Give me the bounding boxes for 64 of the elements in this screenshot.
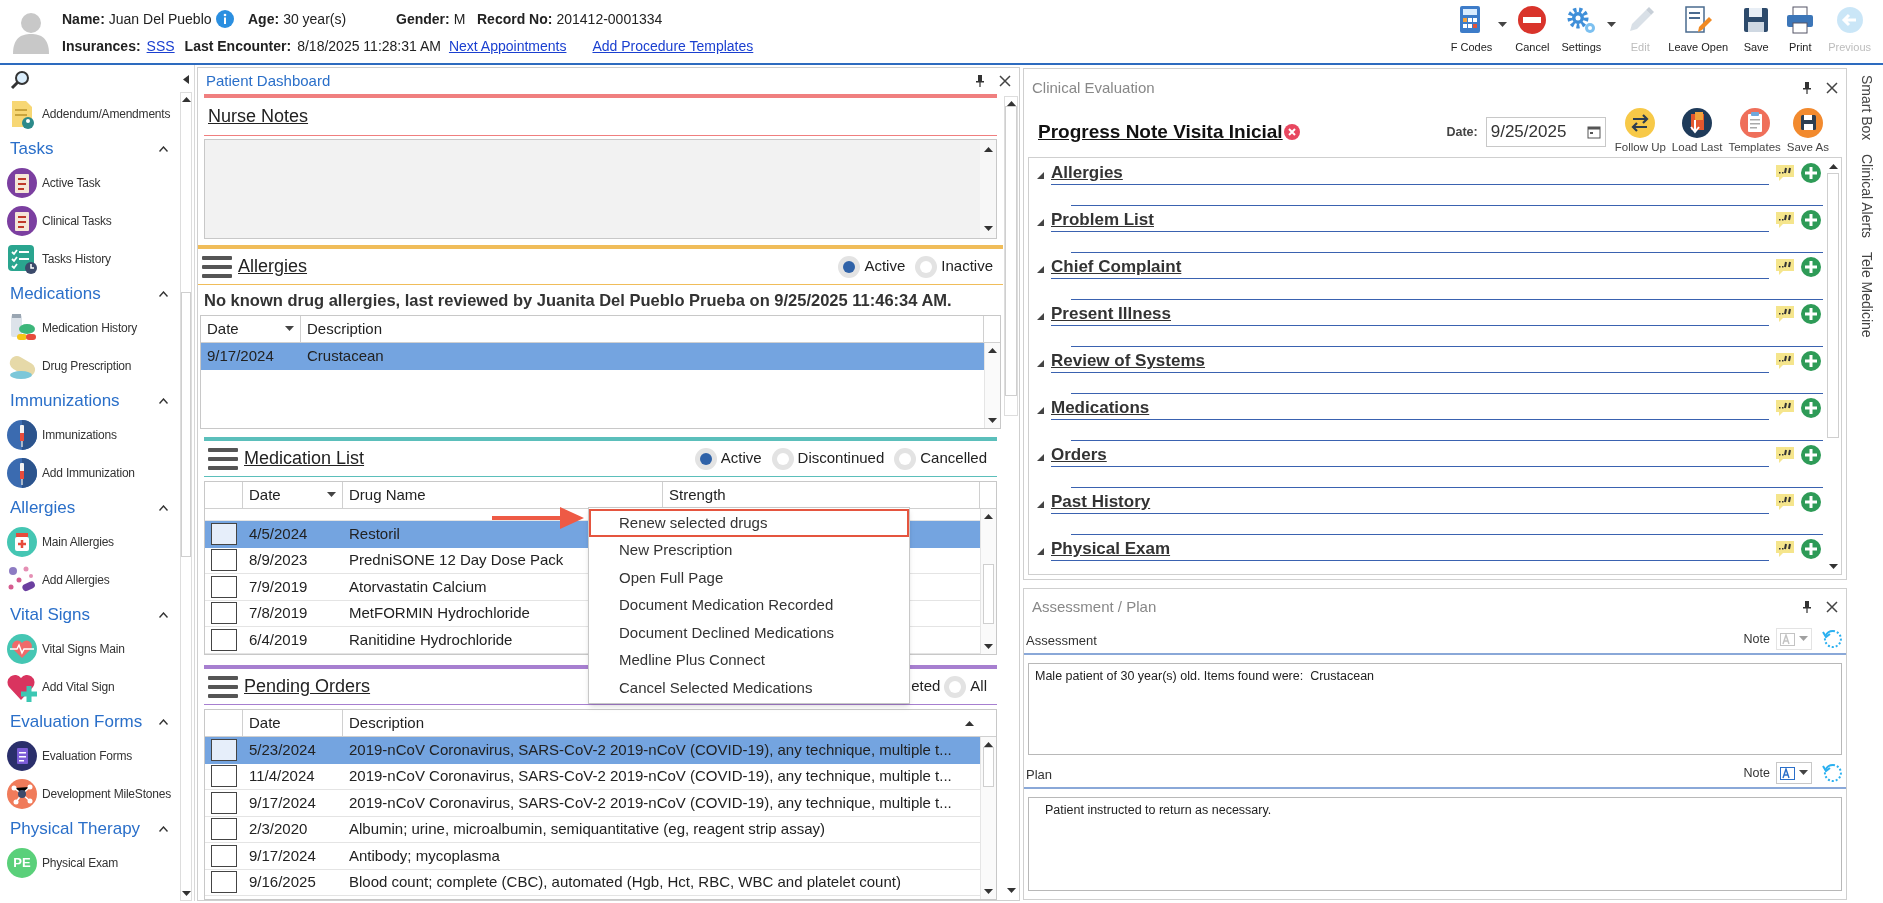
table-cell-text: 9/17/2024 — [206, 346, 275, 367]
radio-label: Discontinued — [797, 448, 885, 469]
section-title: Nurse Notes — [208, 105, 309, 128]
radio-label: eted — [911, 676, 941, 697]
table-cell-text: Atorvastatin Calcium — [348, 576, 488, 597]
table-cell-text: 8/9/2023 — [248, 550, 309, 570]
table-cell-text: PredniSONE 12 Day Dose Pack — [348, 550, 565, 570]
field-label: Assessment — [1026, 631, 1097, 650]
table-cell-text: 2019-nCoV Coronavirus, SARS-CoV-2 2019-nCoV (COVID-19), any technique, multiple t... — [348, 766, 953, 786]
section-title: Allergies — [238, 255, 308, 278]
field-value: Juan Del Pueblo — [108, 9, 212, 29]
field-label: Gender: — [396, 9, 450, 29]
sidebar-section-title: Allergies — [10, 496, 76, 519]
radio-label: Active — [720, 448, 762, 469]
table-cell-text: 5/23/2024 — [248, 740, 317, 760]
table-cell-text: Restoril — [348, 524, 401, 544]
table-cell-text: Antibody; mycoplasma — [348, 845, 501, 866]
panel-title: Clinical Evaluation — [1032, 77, 1155, 98]
field-value: M — [453, 9, 466, 29]
table-cell-text: Blood count; complete (CBC), automated (Hgb, Hct, RBC, WBC and platelet count) — [348, 872, 902, 892]
section-title: Pending Orders — [244, 675, 371, 698]
table-cell-text: 11/4/2024 — [248, 766, 316, 786]
allergy-status-message: No known drug allergies, last reviewed by Juanita Del Pueblo Prueba on 9/25/2025 11:46:34 AM. — [203, 289, 953, 311]
sidebar-section-title: Physical Therapy — [10, 817, 141, 840]
table-cell-text: 9/17/2024 — [248, 792, 317, 813]
field-value: 30 year(s) — [283, 9, 347, 29]
field-label: Name: — [62, 9, 105, 29]
table-cell-text: Albumin; urine, microalbumin, semiquantitative (eg, reagent strip assay) — [348, 819, 827, 839]
panel-title: Patient Dashboard — [206, 70, 331, 91]
field-value: 201412-0001334 — [556, 9, 663, 29]
panel-title: Assessment / Plan — [1032, 596, 1157, 617]
field-label: Insurances: — [62, 36, 141, 56]
table-cell-text: 2/3/2020 — [248, 819, 309, 839]
table-cell-text: 7/8/2019 — [248, 603, 309, 623]
table-cell-text: 6/4/2019 — [248, 629, 309, 650]
field-label: Plan — [1026, 765, 1053, 784]
table-cell-text: 9/16/2025 — [248, 872, 317, 892]
field-label: Last Encounter: — [184, 36, 292, 56]
field-value: 8/18/2025 11:28:31 AM — [297, 36, 441, 56]
table-cell-text: 7/9/2019 — [248, 576, 309, 597]
field-label: Age: — [248, 9, 280, 29]
table-cell-text: MetFORMIN Hydrochloride — [348, 603, 531, 623]
table-cell-text: 2019-nCoV Coronavirus, SARS-CoV-2 2019-nCoV (COVID-19), any technique, multiple t... — [348, 740, 953, 760]
table-cell-text: Crustacean — [306, 346, 385, 367]
table-cell-text: 9/17/2024 — [248, 845, 317, 866]
field-label: Record No: — [477, 9, 553, 29]
table-cell-text: Ranitidine Hydrochloride — [348, 629, 514, 650]
sidebar-section-title: Evaluation Forms — [10, 710, 143, 733]
sidebar-section-title: Vital Signs — [10, 603, 90, 626]
sidebar-section-title: Tasks — [10, 137, 54, 160]
note-label: Note — [1743, 764, 1770, 782]
radio-label: Inactive — [941, 256, 993, 277]
radio-label: Cancelled — [920, 448, 987, 469]
note-label: Note — [1743, 630, 1770, 648]
date-label: Date: — [1446, 123, 1478, 141]
initials-icon: PE — [7, 848, 37, 878]
table-cell-text: 4/5/2024 — [248, 524, 309, 544]
note-title: Progress Note Visita Inicial — [1038, 119, 1283, 144]
table-cell-text: 2019-nCoV Coronavirus, SARS-CoV-2 2019-nCoV (COVID-19), any technique, multiple t... — [348, 792, 953, 813]
sidebar-section-title: Medications — [10, 282, 101, 305]
section-title: Medication List — [244, 447, 365, 470]
sidebar-section-title: Immunizations — [10, 389, 120, 412]
radio-label: Active — [864, 256, 906, 277]
radio-label: All — [970, 676, 987, 697]
